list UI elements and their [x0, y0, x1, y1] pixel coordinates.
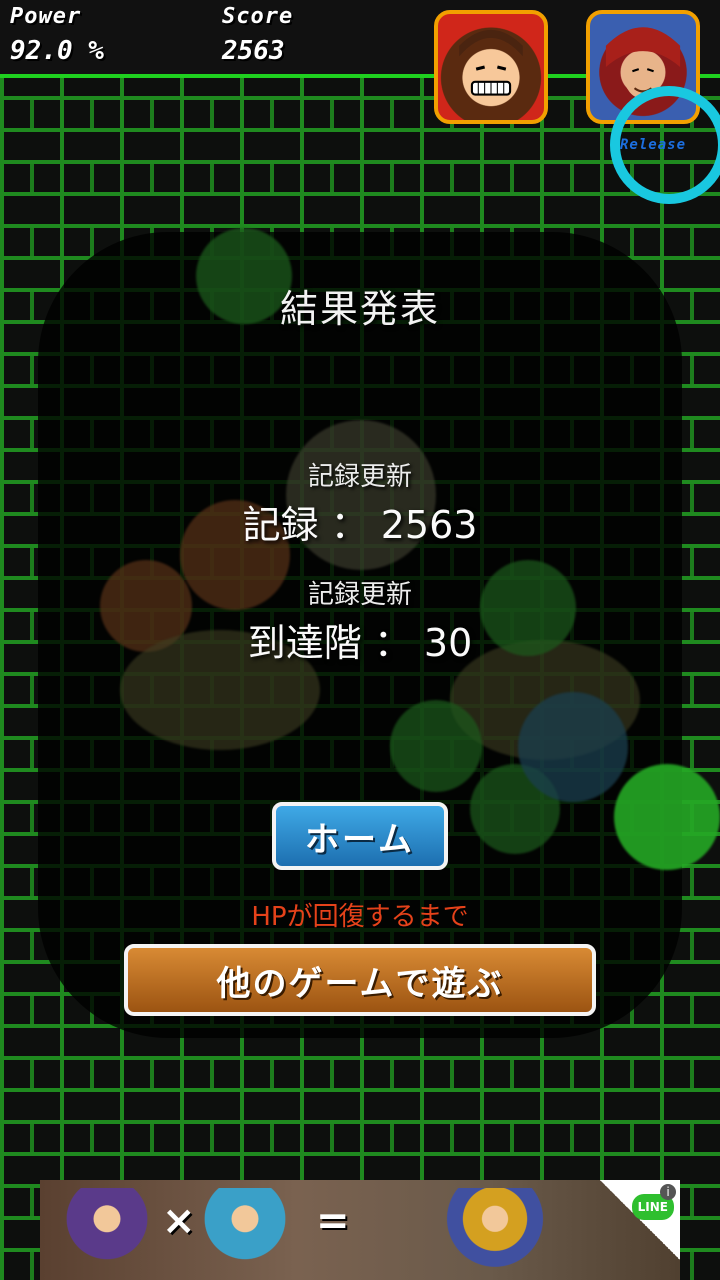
grinning-face-icon [459, 29, 523, 96]
ad-banner[interactable]: × = LINE i [40, 1180, 680, 1280]
power-value: 92.0 % [10, 36, 104, 66]
blue-fuzzy-creature [518, 692, 628, 802]
home-button[interactable]: ホーム [272, 802, 448, 870]
ad-times-sign: × [162, 1198, 196, 1244]
floor-updated-badge: 記録更新 [307, 580, 412, 610]
result-title: 結果発表 [279, 287, 440, 331]
green-fuzzy-creature [390, 700, 482, 792]
hp-recovery-notice: HPが回復するまで [251, 902, 469, 932]
power-label: Power [10, 4, 82, 29]
fused-character-ad-image [440, 1188, 550, 1276]
floor-reached: 到達階 ： 30 [247, 621, 473, 665]
ad-equals-sign: = [316, 1198, 350, 1244]
release-label: Release [620, 137, 687, 153]
ad-info-icon[interactable]: i [660, 1184, 676, 1200]
green-fuzzy-creature [614, 764, 720, 870]
score-value: 2563 [222, 36, 285, 66]
pirate-girl-ad-image [62, 1188, 152, 1276]
play-other-games-button[interactable]: 他のゲームで遊ぶ [124, 944, 596, 1016]
grinning-character-avatar[interactable] [434, 10, 548, 124]
blue-haired-girl-ad-image [200, 1188, 290, 1276]
record-updated-badge: 記録更新 [307, 462, 412, 492]
score-label: Score [222, 4, 294, 29]
record-score: 記録 ： 2563 [242, 503, 478, 547]
